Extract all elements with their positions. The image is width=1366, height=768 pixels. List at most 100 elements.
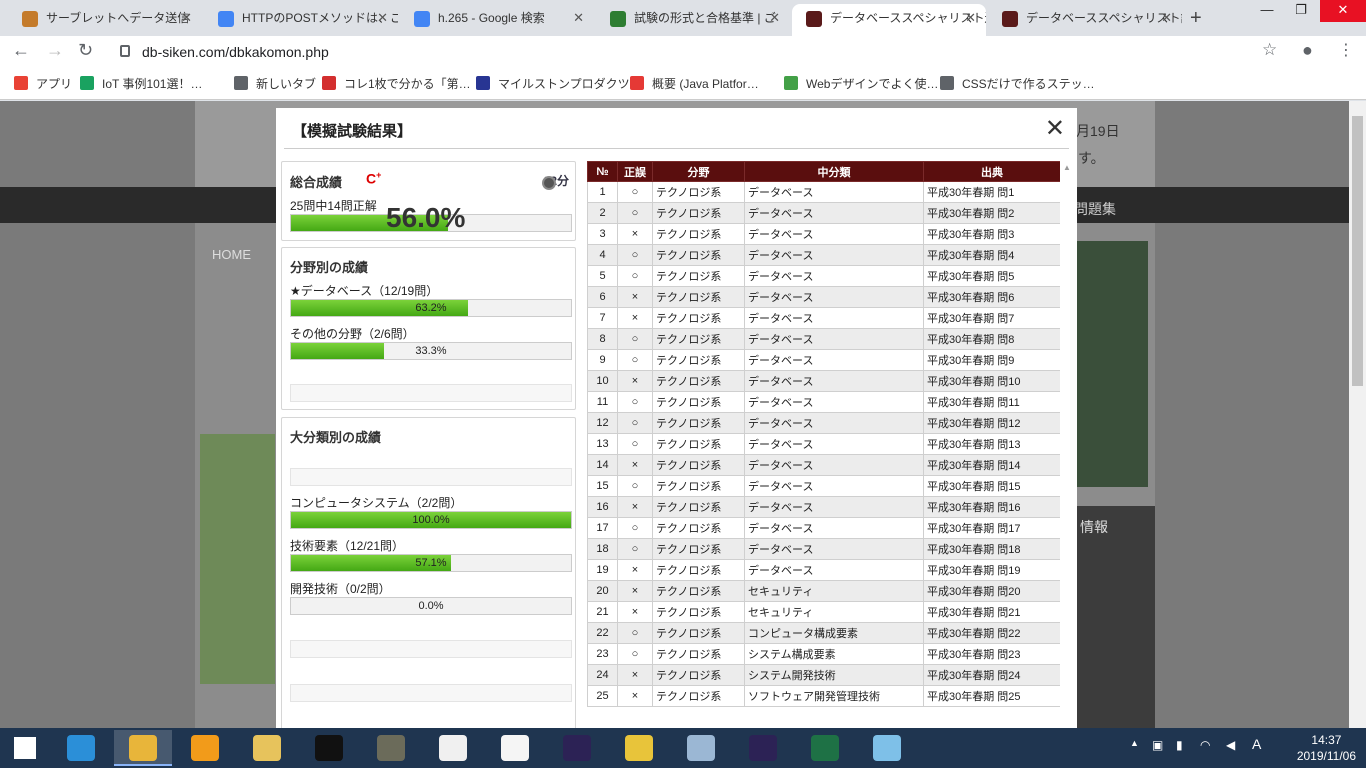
- row-source[interactable]: 平成30年春期 問2: [923, 202, 1060, 224]
- table-row[interactable]: 6 × テクノロジ系 データベース 平成30年春期 問6: [587, 286, 1060, 308]
- bookmark-item[interactable]: 新しいタブ: [234, 75, 316, 92]
- table-row[interactable]: 7 × テクノロジ系 データベース 平成30年春期 問7: [587, 307, 1060, 329]
- row-source[interactable]: 平成30年春期 問16: [923, 496, 1060, 518]
- row-source[interactable]: 平成30年春期 問17: [923, 517, 1060, 539]
- window-restore-button[interactable]: ❐: [1284, 0, 1318, 22]
- table-row[interactable]: 17 ○ テクノロジ系 データベース 平成30年春期 問17: [587, 517, 1060, 539]
- taskbar-excel-button[interactable]: [796, 730, 854, 766]
- table-row[interactable]: 3 × テクノロジ系 データベース 平成30年春期 問3: [587, 223, 1060, 245]
- col-no-header[interactable]: №: [587, 161, 618, 182]
- tab-close-icon[interactable]: ✕: [965, 4, 976, 32]
- window-close-button[interactable]: ✕: [1320, 0, 1366, 22]
- tab-1[interactable]: サーブレットへデータ送信 ✕: [8, 4, 202, 36]
- col-result-header[interactable]: 正誤: [617, 161, 653, 182]
- table-row[interactable]: 13 ○ テクノロジ系 データベース 平成30年春期 問13: [587, 433, 1060, 455]
- row-source[interactable]: 平成30年春期 問14: [923, 454, 1060, 476]
- taskbar-notepad-button[interactable]: [424, 730, 482, 766]
- row-source[interactable]: 平成30年春期 問8: [923, 328, 1060, 350]
- table-row[interactable]: 5 ○ テクノロジ系 データベース 平成30年春期 問5: [587, 265, 1060, 287]
- tab-6[interactable]: データベーススペシャリスト試 ✕: [988, 4, 1182, 36]
- row-source[interactable]: 平成30年春期 問19: [923, 559, 1060, 581]
- taskbar-notes-button[interactable]: [858, 730, 916, 766]
- table-row[interactable]: 23 ○ テクノロジ系 システム構成要素 平成30年春期 問23: [587, 643, 1060, 665]
- bookmark-item[interactable]: アプリ: [14, 75, 72, 92]
- row-source[interactable]: 平成30年春期 問23: [923, 643, 1060, 665]
- row-source[interactable]: 平成30年春期 問4: [923, 244, 1060, 266]
- system-clock[interactable]: 14:37 2019/11/06: [1297, 732, 1356, 764]
- tab-close-icon[interactable]: ✕: [377, 4, 388, 32]
- row-source[interactable]: 平成30年春期 問18: [923, 538, 1060, 560]
- taskbar-unity-button[interactable]: [486, 730, 544, 766]
- table-row[interactable]: 16 × テクノロジ系 データベース 平成30年春期 問16: [587, 496, 1060, 518]
- tab-2[interactable]: HTTPのPOSTメソッドは、ご ✕: [204, 4, 398, 36]
- table-row[interactable]: 8 ○ テクノロジ系 データベース 平成30年春期 問8: [587, 328, 1060, 350]
- table-row[interactable]: 15 ○ テクノロジ系 データベース 平成30年春期 問15: [587, 475, 1060, 497]
- reload-icon[interactable]: ↻: [78, 40, 93, 61]
- tray-up-arrow-icon[interactable]: ▲: [1130, 738, 1139, 748]
- row-source[interactable]: 平成30年春期 問20: [923, 580, 1060, 602]
- table-row[interactable]: 21 × テクノロジ系 セキュリティ 平成30年春期 問21: [587, 601, 1060, 623]
- bookmark-item[interactable]: IoT 事例101選！…: [80, 75, 202, 92]
- new-tab-button[interactable]: +: [1190, 4, 1202, 32]
- table-row[interactable]: 24 × テクノロジ系 システム開発技術 平成30年春期 問24: [587, 664, 1060, 686]
- bookmark-item[interactable]: 概要 (Java Platfor…: [630, 75, 759, 92]
- taskbar-ie-button[interactable]: [52, 730, 110, 766]
- row-source[interactable]: 平成30年春期 問5: [923, 265, 1060, 287]
- nav-item-questions[interactable]: 問題集: [1074, 199, 1116, 219]
- scrollbar-thumb[interactable]: [1352, 116, 1363, 386]
- taskbar-monitor-button[interactable]: [672, 730, 730, 766]
- taskbar-start-button[interactable]: [0, 730, 58, 766]
- network-icon[interactable]: ▣: [1152, 738, 1163, 752]
- row-source[interactable]: 平成30年春期 問15: [923, 475, 1060, 497]
- table-row[interactable]: 20 × テクノロジ系 セキュリティ 平成30年春期 問20: [587, 580, 1060, 602]
- close-icon[interactable]: ✕: [1045, 114, 1065, 143]
- table-row[interactable]: 19 × テクノロジ系 データベース 平成30年春期 問19: [587, 559, 1060, 581]
- row-source[interactable]: 平成30年春期 問3: [923, 223, 1060, 245]
- volume-icon[interactable]: ◀: [1226, 738, 1235, 752]
- table-row[interactable]: 2 ○ テクノロジ系 データベース 平成30年春期 問2: [587, 202, 1060, 224]
- col-field-header[interactable]: 分野: [652, 161, 745, 182]
- table-row[interactable]: 12 ○ テクノロジ系 データベース 平成30年春期 問12: [587, 412, 1060, 434]
- tab-3[interactable]: h.265 - Google 検索 ✕: [400, 4, 594, 36]
- row-source[interactable]: 平成30年春期 問11: [923, 391, 1060, 413]
- taskbar-explorer-button[interactable]: [238, 730, 296, 766]
- breadcrumb-home[interactable]: HOME: [212, 247, 251, 262]
- taskbar-sublime-button[interactable]: [176, 730, 234, 766]
- battery-icon[interactable]: ▮: [1176, 738, 1183, 752]
- table-row[interactable]: 10 × テクノロジ系 データベース 平成30年春期 問10: [587, 370, 1060, 392]
- bookmark-item[interactable]: マイルストンプロダクツ…: [476, 75, 642, 92]
- tab-4[interactable]: 試験の形式と合格基準 | ご ✕: [596, 4, 790, 36]
- table-row[interactable]: 9 ○ テクノロジ系 データベース 平成30年春期 問9: [587, 349, 1060, 371]
- table-scrollbar[interactable]: ▲: [1062, 161, 1071, 709]
- taskbar-eclipse2-button[interactable]: [734, 730, 792, 766]
- bookmark-item[interactable]: コレ1枚で分かる「第…: [322, 75, 471, 92]
- table-row[interactable]: 14 × テクノロジ系 データベース 平成30年春期 問14: [587, 454, 1060, 476]
- table-row[interactable]: 22 ○ テクノロジ系 コンピュータ構成要素 平成30年春期 問22: [587, 622, 1060, 644]
- bookmark-star-icon[interactable]: ☆: [1262, 40, 1277, 60]
- forward-arrow-icon[interactable]: →: [46, 40, 64, 61]
- taskbar-eclipse-button[interactable]: [548, 730, 606, 766]
- page-scrollbar[interactable]: [1349, 101, 1366, 728]
- row-source[interactable]: 平成30年春期 問25: [923, 685, 1060, 707]
- row-source[interactable]: 平成30年春期 問21: [923, 601, 1060, 623]
- table-row[interactable]: 11 ○ テクノロジ系 データベース 平成30年春期 問11: [587, 391, 1060, 413]
- row-source[interactable]: 平成30年春期 問1: [923, 181, 1060, 203]
- col-subcategory-header[interactable]: 中分類: [744, 161, 924, 182]
- tab-5[interactable]: データベーススペシャリスト過 ✕: [792, 4, 986, 36]
- tab-close-icon[interactable]: ✕: [1161, 4, 1172, 32]
- profile-icon[interactable]: ●: [1302, 40, 1313, 61]
- taskbar-ffftp-button[interactable]: [610, 730, 668, 766]
- bookmark-item[interactable]: CSSだけで作るステッ…: [940, 75, 1095, 92]
- row-source[interactable]: 平成30年春期 問9: [923, 349, 1060, 371]
- taskbar-cmd-button[interactable]: [300, 730, 358, 766]
- table-row[interactable]: 25 × テクノロジ系 ソフトウェア開発管理技術 平成30年春期 問25: [587, 685, 1060, 707]
- wifi-icon[interactable]: ◠: [1200, 738, 1210, 752]
- row-source[interactable]: 平成30年春期 問22: [923, 622, 1060, 644]
- col-source-header[interactable]: 出典: [923, 161, 1060, 182]
- ime-indicator[interactable]: A: [1252, 736, 1261, 752]
- menu-kebab-icon[interactable]: ⋮: [1338, 40, 1354, 60]
- row-source[interactable]: 平成30年春期 問13: [923, 433, 1060, 455]
- row-source[interactable]: 平成30年春期 問12: [923, 412, 1060, 434]
- table-row[interactable]: 1 ○ テクノロジ系 データベース 平成30年春期 問1: [587, 181, 1060, 203]
- row-source[interactable]: 平成30年春期 問24: [923, 664, 1060, 686]
